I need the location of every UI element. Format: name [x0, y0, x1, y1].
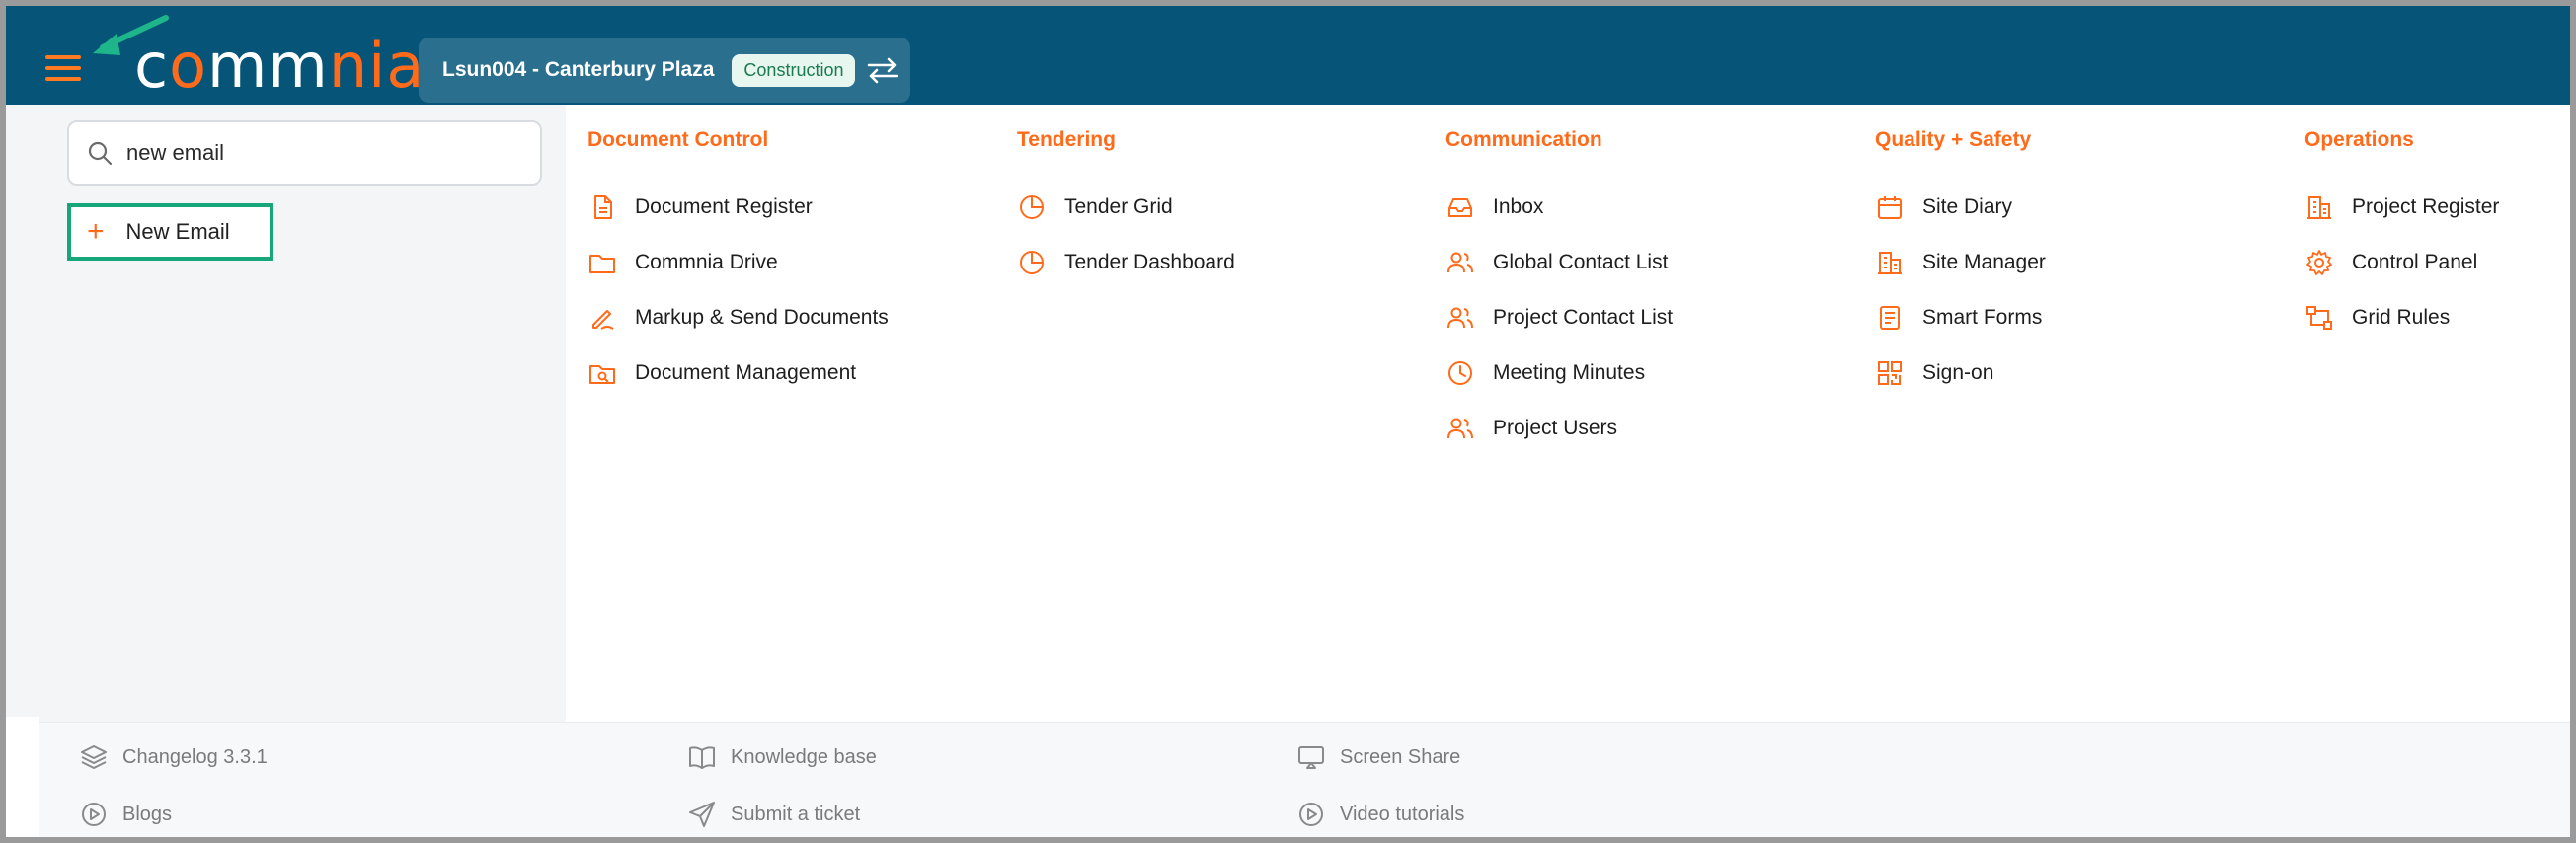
inbox-icon	[1448, 198, 1472, 217]
column-title: Tendering	[1017, 128, 1116, 151]
swap-arrows-icon[interactable]	[865, 55, 900, 85]
menu-item-tender-grid[interactable]: Tender Grid	[1017, 180, 1235, 235]
column-title: Document Control	[587, 128, 769, 151]
footer-changelog[interactable]: Changelog 3.3.1	[79, 742, 268, 772]
calendar-icon	[1878, 196, 1902, 219]
footer-screen-share[interactable]: Screen Share	[1296, 742, 1460, 772]
menu-item-project-contact-list[interactable]: Project Contact List	[1445, 290, 1673, 345]
users-icon	[1447, 252, 1473, 273]
column-quality-safety: Quality + Safety Site Diary Site Manager…	[1875, 128, 2046, 401]
building-icon	[2307, 196, 2331, 219]
folder-icon	[589, 255, 615, 273]
search-column: + New Email	[39, 105, 566, 722]
pie-chart-icon	[1020, 195, 1044, 219]
new-email-label: New Email	[125, 219, 230, 244]
menu-item-site-diary[interactable]: Site Diary	[1875, 180, 2046, 235]
pen-signature-icon	[592, 310, 614, 330]
footer-knowledge-base[interactable]: Knowledge base	[687, 742, 877, 772]
flow-icon	[2306, 306, 2332, 330]
commnia-logo[interactable]: c o mm nia	[134, 30, 425, 102]
app-window: c o mm nia Lsun004 - Canterbury Plaza Const…	[0, 0, 2576, 843]
project-type-badge: Construction	[732, 53, 856, 87]
layers-icon	[81, 745, 107, 769]
menu-item-document-register[interactable]: Document Register	[587, 180, 889, 235]
menu-item-tender-dashboard[interactable]: Tender Dashboard	[1017, 235, 1235, 290]
column-tendering: Tendering Tender Grid Tender Dashboard	[1017, 128, 1235, 290]
menu-item-global-contact-list[interactable]: Global Contact List	[1445, 235, 1673, 290]
book-icon	[689, 746, 715, 769]
users-icon	[1447, 307, 1473, 329]
hamburger-menu-icon[interactable]	[45, 55, 81, 85]
form-icon	[1880, 306, 1900, 330]
menu-item-sign-on[interactable]: Sign-on	[1875, 345, 2046, 401]
project-selector[interactable]: Lsun004 - Canterbury Plaza Construction	[419, 38, 910, 103]
footer-blogs[interactable]: Blogs	[79, 800, 172, 829]
menu-footer: Changelog 3.3.1 Knowledge base Screen Sh…	[39, 722, 2570, 837]
menu-item-meeting-minutes[interactable]: Meeting Minutes	[1445, 345, 1673, 401]
play-circle-icon	[82, 803, 106, 826]
left-edge-strip	[6, 105, 39, 717]
footer-video-tutorials[interactable]: Video tutorials	[1296, 800, 1464, 829]
document-icon	[594, 195, 612, 219]
send-icon	[689, 802, 715, 827]
footer-submit-ticket[interactable]: Submit a ticket	[687, 800, 860, 829]
qr-code-icon	[1878, 361, 1902, 385]
new-email-result[interactable]: + New Email	[67, 203, 273, 261]
play-circle-icon	[1299, 803, 1323, 826]
building-icon	[1878, 252, 1902, 274]
menu-item-grid-rules[interactable]: Grid Rules	[2304, 290, 2499, 345]
pie-chart-icon	[1020, 251, 1044, 274]
column-title: Communication	[1445, 128, 1602, 151]
menu-item-inbox[interactable]: Inbox	[1445, 180, 1673, 235]
menu-item-markup-send[interactable]: Markup & Send Documents	[587, 290, 889, 345]
project-name: Lsun004 - Canterbury Plaza	[442, 58, 715, 81]
menu-item-site-manager[interactable]: Site Manager	[1875, 235, 2046, 290]
clock-icon	[1448, 361, 1472, 385]
column-document-control: Document Control Document Register Commn…	[587, 128, 889, 401]
menu-item-control-panel[interactable]: Control Panel	[2304, 235, 2499, 290]
plus-icon: +	[87, 215, 105, 248]
search-icon	[88, 141, 113, 166]
menu-item-commnia-drive[interactable]: Commnia Drive	[587, 235, 889, 290]
users-icon	[1447, 418, 1473, 439]
search-input[interactable]	[126, 140, 502, 166]
column-operations: Operations Project Register Control Pane…	[2304, 128, 2499, 345]
column-title: Operations	[2304, 128, 2414, 151]
menu-item-smart-forms[interactable]: Smart Forms	[1875, 290, 2046, 345]
column-communication: Communication Inbox Global Contact List …	[1445, 128, 1673, 456]
folder-search-icon	[589, 365, 615, 384]
column-title: Quality + Safety	[1875, 128, 2032, 151]
menu-item-document-management[interactable]: Document Management	[587, 345, 889, 401]
menu-item-project-users[interactable]: Project Users	[1445, 401, 1673, 456]
gear-icon	[2306, 250, 2332, 275]
menu-item-project-register[interactable]: Project Register	[2304, 180, 2499, 235]
search-box[interactable]	[67, 120, 542, 186]
screen-share-icon	[1298, 746, 1324, 769]
